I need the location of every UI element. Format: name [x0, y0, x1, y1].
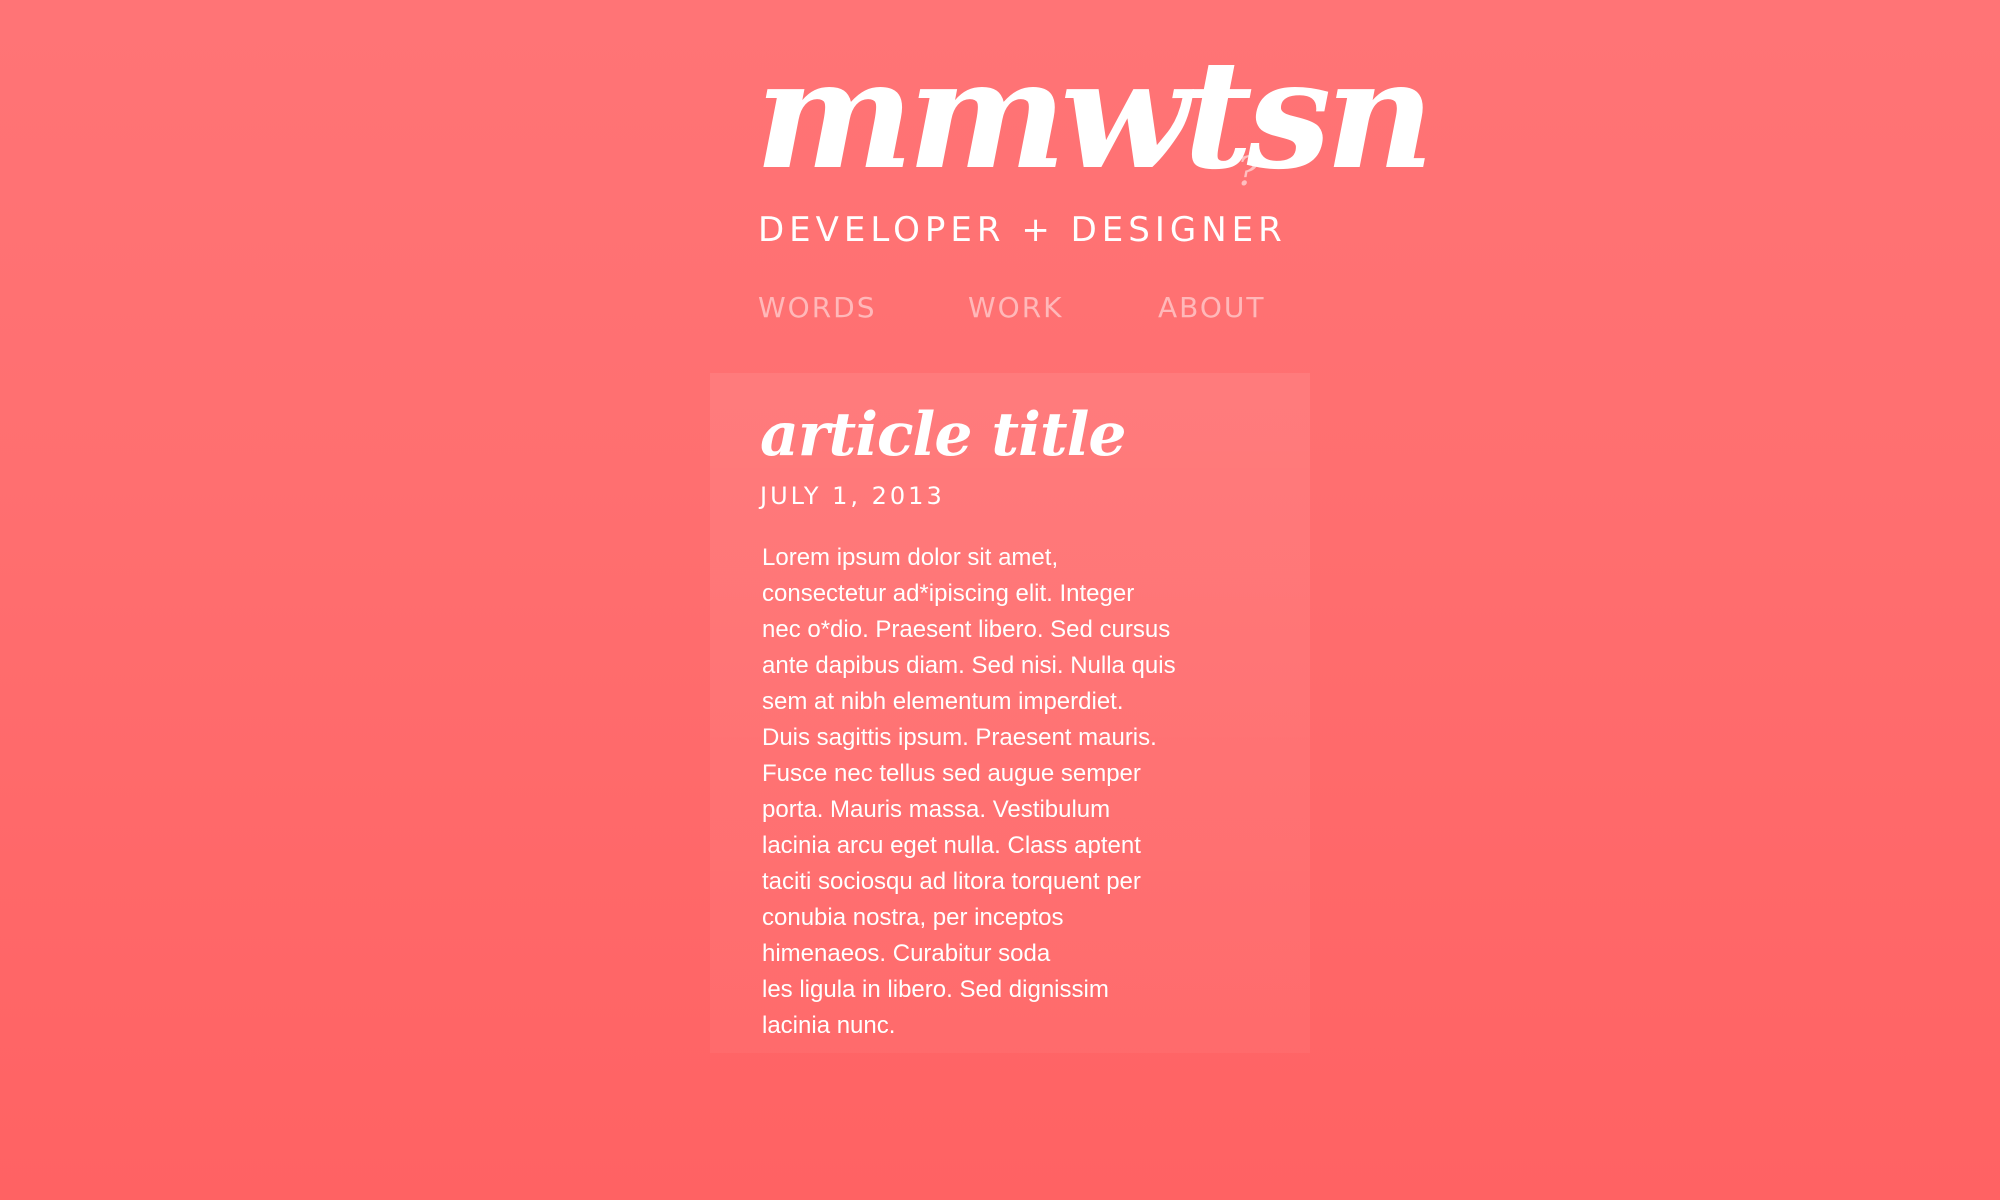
nav-link-work[interactable]: WORK — [968, 288, 1064, 328]
body-line: Duis sagittis ipsum. Praesent mauris. — [762, 724, 1157, 751]
main-nav: WORDS WORK ABOUT — [758, 288, 1266, 328]
body-line: les ligula in libero. Sed dignissim — [762, 976, 1109, 1003]
body-line: lacinia nunc. — [762, 1012, 896, 1039]
body-line: himenaeos. Curabitur soda — [762, 940, 1051, 967]
article-title[interactable]: article title — [760, 395, 1127, 475]
nav-link-words[interactable]: WORDS — [758, 288, 877, 328]
site-logo[interactable]: mmwtsn ? — [755, 30, 1434, 200]
body-line: porta. Mauris massa. Vestibulum — [762, 796, 1111, 823]
article-card: article title JULY 1, 2013 Lorem ipsum d… — [710, 373, 1310, 1053]
body-line: ante dapibus diam. Sed nisi. Nulla quis — [762, 652, 1176, 679]
body-line: consectetur ad*ipiscing elit. Integer — [762, 580, 1135, 607]
logo-wordmark: mmwtsn — [755, 27, 1434, 203]
body-line: Lorem ipsum dolor sit amet, — [762, 544, 1059, 571]
site-tagline: DEVELOPER + DESIGNER — [758, 210, 1287, 250]
body-line: sem at nibh elementum imperdiet. — [762, 688, 1124, 715]
body-line: nec o*dio. Praesent libero. Sed cursus — [762, 616, 1171, 643]
body-line: lacinia arcu eget nulla. Class aptent — [762, 832, 1141, 859]
body-line: Fusce nec tellus sed augue semper — [762, 760, 1141, 787]
logo-question-mark: ? — [1237, 149, 1259, 195]
article-body: Lorem ipsum dolor sit amet, consectetur … — [762, 540, 1262, 1044]
body-line: taciti sociosqu ad litora torquent per — [762, 868, 1141, 895]
body-line: conubia nostra, per inceptos — [762, 904, 1064, 931]
article-date: JULY 1, 2013 — [760, 482, 945, 510]
nav-link-about[interactable]: ABOUT — [1158, 288, 1266, 328]
